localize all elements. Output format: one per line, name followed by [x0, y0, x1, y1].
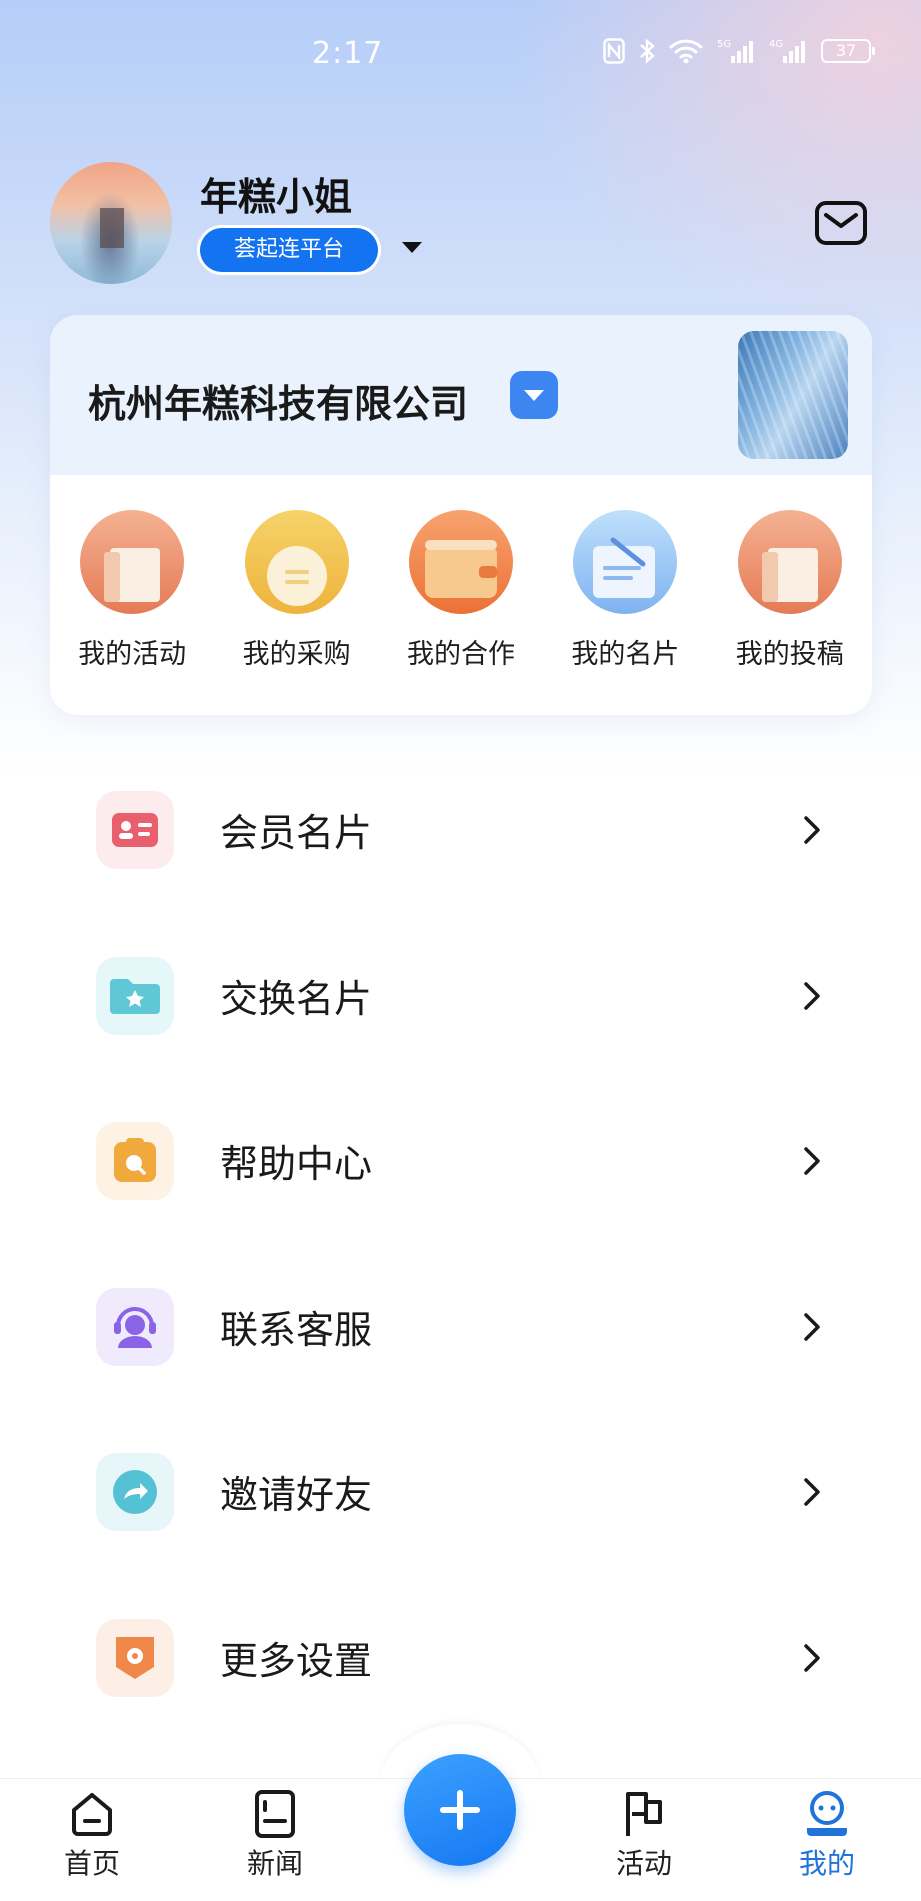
wifi-icon — [669, 39, 703, 64]
bluetooth-icon — [640, 38, 655, 64]
news-icon — [255, 1790, 295, 1838]
menu-item-customer-service[interactable]: 联系客服 — [0, 1255, 921, 1421]
mail-icon[interactable] — [814, 200, 868, 246]
company-card: 杭州年糕科技有限公司 我的活动 我的采购 我的合作 我的名片 我的投稿 — [50, 315, 872, 715]
menu-item-label: 交换名片 — [220, 976, 373, 1021]
signal-4g-icon: 4G — [769, 39, 805, 63]
menu-item-label: 会员名片 — [220, 811, 373, 855]
tab-news[interactable]: 新闻 — [220, 1788, 330, 1882]
menu-list: 会员名片 交换名片 帮助中心 联系客服 邀请好友 更多设置 — [0, 758, 921, 1751]
cooperation-icon — [408, 510, 513, 614]
quick-action-label: 我的合作 — [406, 639, 515, 670]
tab-label: 我的 — [798, 1847, 855, 1880]
quick-action-label: 我的名片 — [571, 639, 680, 670]
avatar[interactable] — [50, 162, 172, 284]
tab-home[interactable]: 首页 — [37, 1788, 147, 1882]
tab-mine[interactable]: 我的 — [772, 1788, 882, 1882]
activity-icon — [80, 510, 185, 614]
menu-item-label: 帮助中心 — [220, 1142, 373, 1186]
member-card-icon — [96, 791, 174, 869]
menu-item-label: 更多设置 — [220, 1638, 373, 1683]
exchange-card-icon — [96, 956, 174, 1035]
quick-action-purchase[interactable]: 我的采购 — [214, 510, 378, 671]
quick-action-activity[interactable]: 我的活动 — [50, 510, 214, 671]
profile-icon — [807, 1791, 847, 1836]
company-name[interactable]: 杭州年糕科技有限公司 — [88, 373, 468, 428]
svg-text:5G: 5G — [717, 39, 731, 50]
platform-badge[interactable]: 荟起连平台 — [200, 228, 378, 272]
username: 年糕小姐 — [200, 175, 353, 219]
company-header: 杭州年糕科技有限公司 — [50, 315, 872, 475]
submission-icon — [737, 510, 842, 614]
company-switch-icon[interactable] — [510, 371, 558, 419]
status-bar: 2:17 5G 4G 37 — [0, 0, 921, 110]
status-time: 2:17 — [312, 36, 384, 71]
add-button[interactable] — [404, 1754, 516, 1866]
quick-action-label: 我的活动 — [78, 639, 187, 670]
invite-friends-icon — [96, 1453, 174, 1531]
battery-icon: 37 — [821, 39, 875, 63]
quick-action-business-card[interactable]: 我的名片 — [543, 510, 707, 671]
quick-action-label: 我的投稿 — [735, 639, 844, 670]
help-center-icon — [96, 1122, 174, 1200]
flag-icon — [626, 1792, 662, 1836]
status-icons: 5G 4G 37 — [603, 38, 875, 64]
chevron-right-icon — [804, 981, 820, 1010]
menu-item-invite-friends[interactable]: 邀请好友 — [0, 1420, 921, 1586]
plus-icon — [440, 1790, 480, 1830]
menu-item-help-center[interactable]: 帮助中心 — [0, 1089, 921, 1255]
home-icon — [72, 1793, 112, 1836]
business-card-icon — [573, 510, 678, 614]
platform-dropdown-icon[interactable] — [402, 242, 422, 253]
menu-item-label: 邀请好友 — [220, 1473, 373, 1517]
quick-actions: 我的活动 我的采购 我的合作 我的名片 我的投稿 — [50, 510, 872, 671]
quick-action-cooperation[interactable]: 我的合作 — [379, 510, 543, 671]
purchase-icon — [244, 510, 349, 614]
tab-label: 活动 — [615, 1847, 672, 1880]
menu-item-exchange-card[interactable]: 交换名片 — [0, 924, 921, 1090]
company-logo — [738, 331, 848, 459]
tab-label: 新闻 — [246, 1847, 303, 1880]
chevron-right-icon — [804, 1478, 820, 1506]
menu-item-member-card[interactable]: 会员名片 — [0, 758, 921, 924]
chevron-right-icon — [804, 1147, 820, 1175]
chevron-right-icon — [804, 816, 820, 844]
quick-action-label: 我的采购 — [242, 639, 351, 670]
signal-5g-icon: 5G — [717, 39, 753, 63]
chevron-right-icon — [804, 1643, 820, 1672]
customer-service-icon — [96, 1287, 174, 1366]
quick-action-submission[interactable]: 我的投稿 — [708, 510, 872, 671]
tab-activity[interactable]: 活动 — [589, 1788, 699, 1882]
svg-text:4G: 4G — [769, 39, 783, 50]
chevron-right-icon — [804, 1312, 820, 1341]
more-settings-icon — [96, 1618, 174, 1697]
menu-item-label: 联系客服 — [220, 1307, 373, 1352]
nfc-icon — [603, 38, 625, 64]
tab-label: 首页 — [63, 1847, 120, 1880]
